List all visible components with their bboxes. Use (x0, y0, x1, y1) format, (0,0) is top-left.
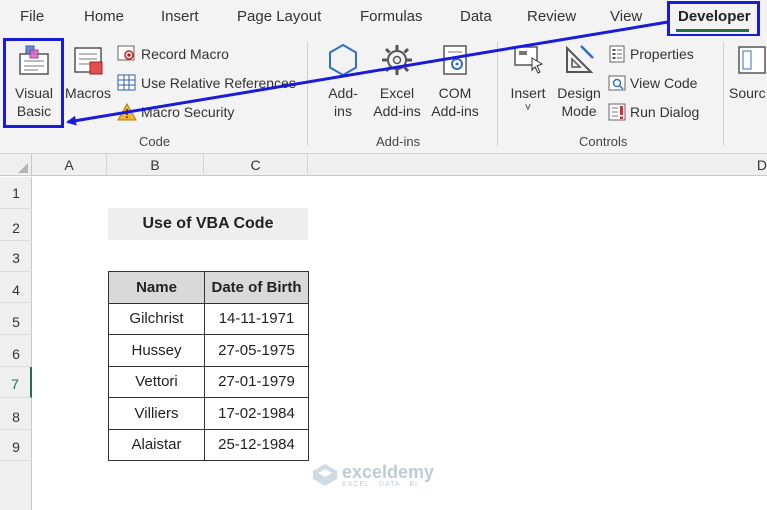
row-header-9[interactable]: 9 (0, 430, 32, 461)
cell-name[interactable]: Gilchrist (108, 302, 205, 335)
header-date-of-birth[interactable]: Date of Birth (204, 271, 309, 304)
visual-basic-highlight (3, 38, 64, 128)
watermark: exceldemy EXCEL · DATA · BI (312, 462, 434, 488)
view-code-label: View Code (630, 75, 698, 91)
developer-tab-highlight (667, 1, 760, 37)
macros-label: Macros (65, 85, 111, 101)
group-separator (497, 42, 498, 146)
table-row: Gilchrist 14-11-1971 (108, 302, 309, 335)
run-dialog-label: Run Dialog (630, 104, 700, 120)
table-row: Villiers 17-02-1984 (108, 397, 309, 430)
code-group-label: Code (139, 134, 171, 149)
row-header-8[interactable]: 8 (0, 398, 32, 430)
tab-formulas[interactable]: Formulas (360, 8, 423, 25)
watermark-name: exceldemy (342, 462, 435, 482)
row-header-7[interactable]: 7 (0, 367, 32, 398)
row-header-6[interactable]: 6 (0, 335, 32, 367)
sheet-title-cell[interactable]: Use of VBA Code (108, 208, 308, 240)
run-dialog-button[interactable]: Run Dialog (608, 102, 699, 122)
tab-data[interactable]: Data (460, 8, 492, 25)
run-dialog-icon (608, 103, 626, 121)
macro-security-button[interactable]: Macro Security (117, 102, 234, 122)
controls-group-label: Controls (579, 134, 628, 149)
source-button[interactable]: Sourc (729, 42, 767, 102)
group-separator (307, 42, 308, 146)
row-header-2[interactable]: 2 (0, 209, 32, 241)
view-code-button[interactable]: View Code (608, 73, 697, 93)
ribbon: Visual Basic Macros Record Macro Use Rel… (0, 36, 767, 154)
tab-page-layout[interactable]: Page Layout (237, 8, 321, 25)
cell-name[interactable]: Alaistar (108, 428, 205, 461)
warning-icon (117, 103, 137, 121)
macros-button[interactable]: Macros (62, 42, 114, 102)
gear-icon (382, 45, 412, 75)
row-header-4[interactable]: 4 (0, 272, 32, 303)
row-header-1[interactable]: 1 (0, 177, 32, 209)
com-add-ins-icon (443, 45, 467, 75)
excel-add-ins-label: Excel Add-ins (373, 85, 421, 119)
design-mode-icon (566, 45, 594, 73)
use-relative-references-button[interactable]: Use Relative References (117, 73, 296, 93)
row-header-bar: 1 2 3 4 5 6 7 8 9 (0, 177, 32, 510)
add-ins-icon (329, 43, 357, 77)
cell-dob[interactable]: 27-05-1975 (204, 334, 309, 367)
cell-dob[interactable]: 17-02-1984 (204, 397, 309, 430)
cell-dob[interactable]: 14-11-1971 (204, 302, 309, 335)
relative-references-icon (117, 74, 136, 91)
header-name[interactable]: Name (108, 271, 205, 304)
properties-label: Properties (630, 46, 694, 62)
macros-icon (74, 47, 103, 75)
cell-dob[interactable]: 27-01-1979 (204, 365, 309, 398)
add-ins-group-label: Add-ins (376, 134, 421, 149)
group-separator (723, 42, 724, 146)
column-header-c[interactable]: C (204, 154, 308, 176)
record-macro-icon (117, 45, 135, 61)
column-header-d[interactable]: D (308, 154, 767, 176)
cell-dob[interactable]: 25-12-1984 (204, 428, 309, 461)
record-macro-button[interactable]: Record Macro (117, 44, 229, 64)
tab-home[interactable]: Home (84, 8, 124, 25)
macro-security-label: Macro Security (141, 104, 235, 120)
select-all-corner[interactable] (0, 154, 32, 176)
insert-control-icon (514, 46, 544, 74)
properties-icon (609, 45, 625, 63)
com-add-ins-button[interactable]: COM Add-ins (426, 42, 484, 120)
com-add-ins-label: COM Add-ins (431, 85, 479, 119)
tab-review[interactable]: Review (527, 8, 576, 25)
ribbon-tabs: File Home Insert Page Layout Formulas Da… (0, 0, 767, 36)
table-row: Hussey 27-05-1975 (108, 334, 309, 367)
cell-name[interactable]: Villiers (108, 397, 205, 430)
data-table: Name Date of Birth Gilchrist 14-11-1971 … (108, 271, 309, 461)
column-header-bar: A B C D (0, 154, 767, 176)
tab-file[interactable]: File (20, 8, 44, 25)
add-ins-button[interactable]: Add- ins (318, 42, 368, 120)
use-relative-references-label: Use Relative References (141, 75, 296, 91)
tab-view[interactable]: View (610, 8, 642, 25)
properties-button[interactable]: Properties (608, 44, 694, 64)
design-mode-button[interactable]: Design Mode (554, 42, 604, 120)
table-row: Vettori 27-01-1979 (108, 365, 309, 398)
column-header-b[interactable]: B (107, 154, 204, 176)
exceldemy-logo-icon (313, 464, 337, 486)
insert-control-button[interactable]: Insert ˅ (504, 42, 552, 114)
design-mode-label: Design Mode (557, 85, 601, 119)
add-ins-label: Add- ins (328, 85, 358, 119)
chevron-down-icon: ˅ (524, 102, 532, 114)
record-macro-label: Record Macro (141, 46, 229, 62)
row-header-5[interactable]: 5 (0, 303, 32, 335)
excel-add-ins-button[interactable]: Excel Add-ins (368, 42, 426, 120)
view-code-icon (608, 75, 626, 91)
table-header-row: Name Date of Birth (108, 271, 309, 304)
cell-name[interactable]: Hussey (108, 334, 205, 367)
column-header-a[interactable]: A (32, 154, 107, 176)
tab-insert[interactable]: Insert (161, 8, 199, 25)
table-row: Alaistar 25-12-1984 (108, 428, 309, 461)
source-label: Sourc (729, 85, 766, 101)
insert-control-label: Insert (510, 85, 546, 101)
cell-name[interactable]: Vettori (108, 365, 205, 398)
row-header-3[interactable]: 3 (0, 241, 32, 272)
source-icon (738, 46, 766, 74)
